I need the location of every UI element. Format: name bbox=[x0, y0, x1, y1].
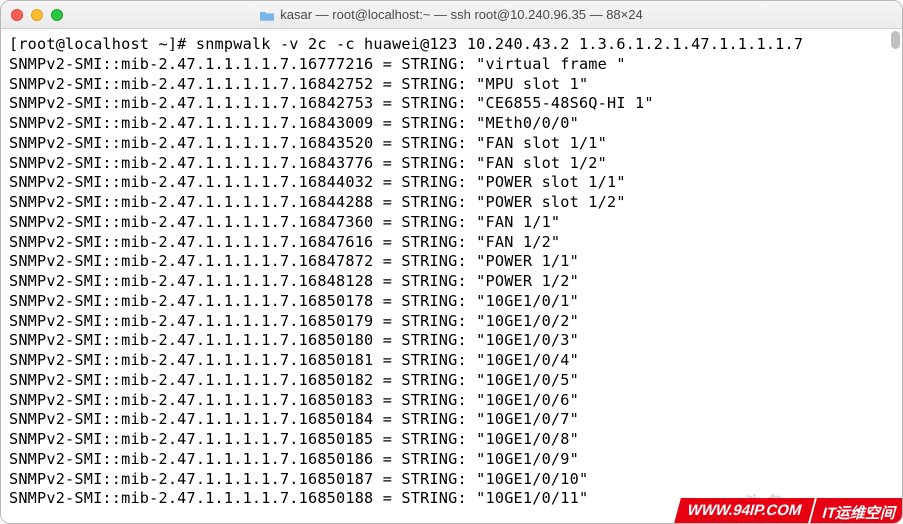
window-title-text: kasar — root@localhost:~ — ssh root@10.2… bbox=[280, 7, 642, 22]
window-controls bbox=[11, 9, 63, 21]
output-line: SNMPv2-SMI::mib-2.47.1.1.1.1.7.16844032 … bbox=[9, 173, 894, 193]
terminal-output[interactable]: [root@localhost ~]# snmpwalk -v 2c -c hu… bbox=[1, 29, 902, 523]
close-icon[interactable] bbox=[11, 9, 23, 21]
window-title: kasar — root@localhost:~ — ssh root@10.2… bbox=[1, 7, 902, 22]
terminal-window: kasar — root@localhost:~ — ssh root@10.2… bbox=[0, 0, 903, 524]
output-line: SNMPv2-SMI::mib-2.47.1.1.1.1.7.16777216 … bbox=[9, 55, 894, 75]
watermark-text: IT运维空间 bbox=[809, 498, 903, 524]
output-line: SNMPv2-SMI::mib-2.47.1.1.1.1.7.16850187 … bbox=[9, 470, 894, 490]
output-line: SNMPv2-SMI::mib-2.47.1.1.1.1.7.16843009 … bbox=[9, 114, 894, 134]
output-line: SNMPv2-SMI::mib-2.47.1.1.1.1.7.16843520 … bbox=[9, 134, 894, 154]
output-line: SNMPv2-SMI::mib-2.47.1.1.1.1.7.16842753 … bbox=[9, 94, 894, 114]
output-line: SNMPv2-SMI::mib-2.47.1.1.1.1.7.16844288 … bbox=[9, 193, 894, 213]
titlebar: kasar — root@localhost:~ — ssh root@10.2… bbox=[1, 1, 902, 29]
output-line: SNMPv2-SMI::mib-2.47.1.1.1.1.7.16847616 … bbox=[9, 233, 894, 253]
output-line: SNMPv2-SMI::mib-2.47.1.1.1.1.7.16843776 … bbox=[9, 154, 894, 174]
output-line: SNMPv2-SMI::mib-2.47.1.1.1.1.7.16850182 … bbox=[9, 371, 894, 391]
output-line: SNMPv2-SMI::mib-2.47.1.1.1.1.7.16850183 … bbox=[9, 391, 894, 411]
output-line: SNMPv2-SMI::mib-2.47.1.1.1.1.7.16850185 … bbox=[9, 430, 894, 450]
folder-icon bbox=[260, 9, 274, 20]
command-line: [root@localhost ~]# snmpwalk -v 2c -c hu… bbox=[9, 35, 894, 55]
zoom-icon[interactable] bbox=[51, 9, 63, 21]
output-line: SNMPv2-SMI::mib-2.47.1.1.1.1.7.16850186 … bbox=[9, 450, 894, 470]
watermark-url: WWW.94IP.COM bbox=[673, 498, 815, 524]
output-line: SNMPv2-SMI::mib-2.47.1.1.1.1.7.16847360 … bbox=[9, 213, 894, 233]
output-line: SNMPv2-SMI::mib-2.47.1.1.1.1.7.16850181 … bbox=[9, 351, 894, 371]
output-line: SNMPv2-SMI::mib-2.47.1.1.1.1.7.16847872 … bbox=[9, 252, 894, 272]
scrollbar-thumb[interactable] bbox=[891, 31, 900, 49]
output-line: SNMPv2-SMI::mib-2.47.1.1.1.1.7.16842752 … bbox=[9, 75, 894, 95]
output-line: SNMPv2-SMI::mib-2.47.1.1.1.1.7.16850179 … bbox=[9, 312, 894, 332]
watermark: WWW.94IP.COM IT运维空间 bbox=[673, 498, 903, 524]
output-line: SNMPv2-SMI::mib-2.47.1.1.1.1.7.16850180 … bbox=[9, 331, 894, 351]
output-line: SNMPv2-SMI::mib-2.47.1.1.1.1.7.16850184 … bbox=[9, 410, 894, 430]
minimize-icon[interactable] bbox=[31, 9, 43, 21]
output-line: SNMPv2-SMI::mib-2.47.1.1.1.1.7.16850178 … bbox=[9, 292, 894, 312]
output-line: SNMPv2-SMI::mib-2.47.1.1.1.1.7.16848128 … bbox=[9, 272, 894, 292]
